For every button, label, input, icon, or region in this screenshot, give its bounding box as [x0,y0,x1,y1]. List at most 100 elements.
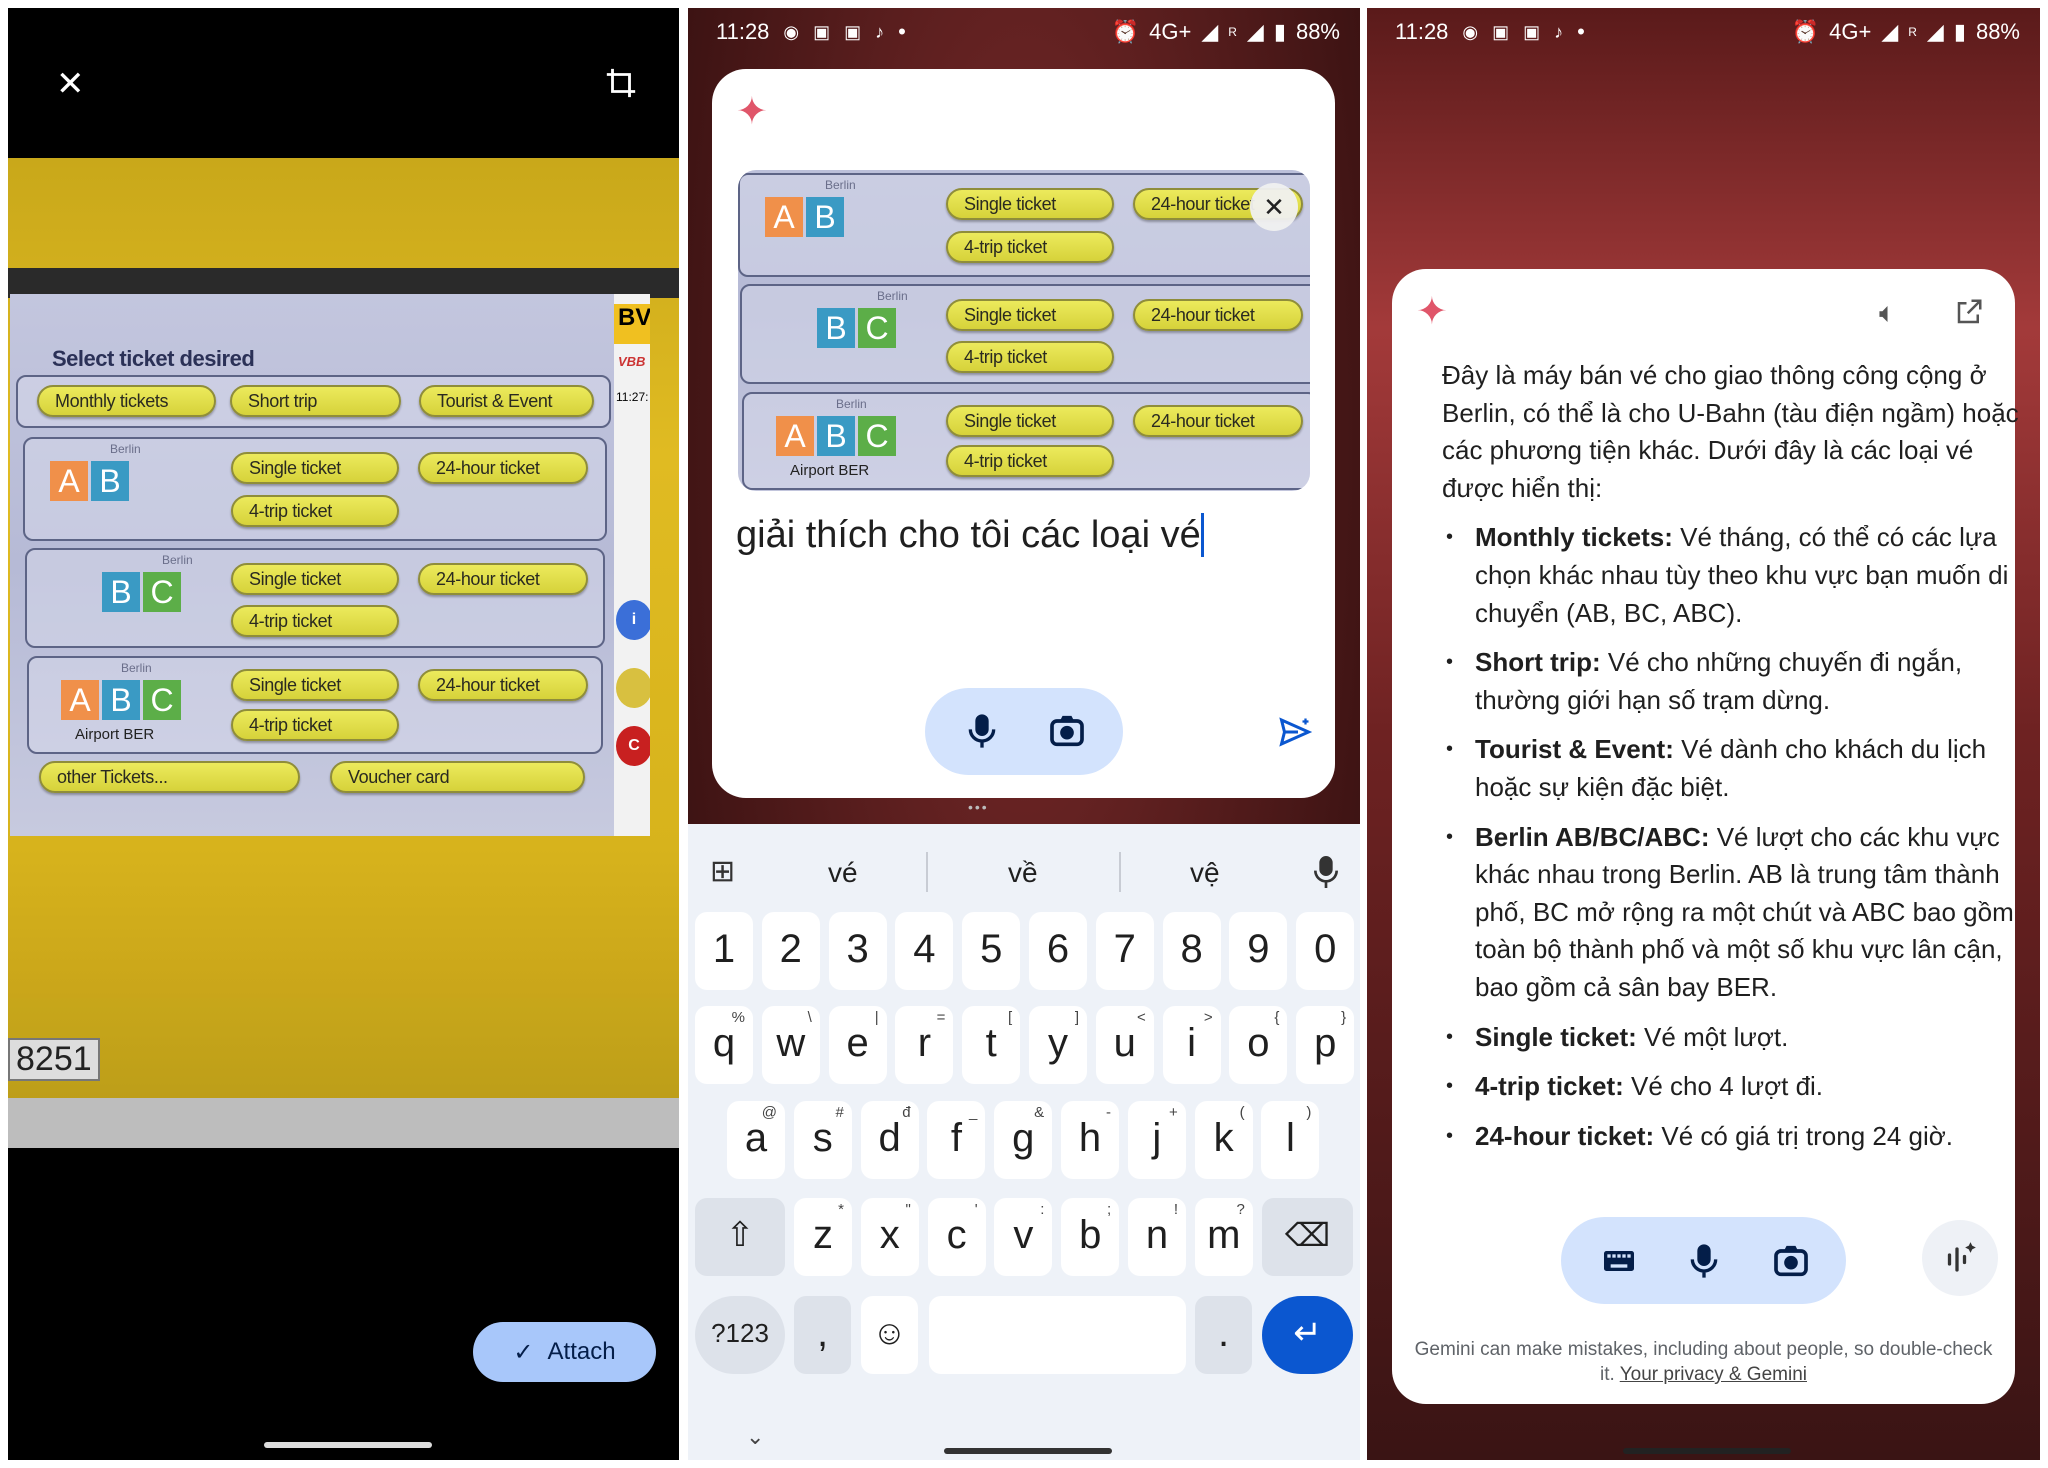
suggestion[interactable]: vé [828,857,858,889]
close-button[interactable]: ✕ [56,64,85,104]
comma-key[interactable]: , [794,1296,851,1374]
key-v[interactable]: v: [994,1198,1053,1276]
music-note-icon: ♪ [875,21,885,42]
cancel-icon: C [616,726,650,766]
key-m[interactable]: m? [1194,1198,1253,1276]
read-aloud-button[interactable]: 🔈︎ [1879,297,1896,330]
key-hint: < [1137,1009,1146,1026]
period-key[interactable]: . [1195,1296,1252,1374]
mic-button[interactable] [1684,1241,1724,1281]
key-4[interactable]: 4 [895,912,954,990]
network-type: 4G+ [1829,19,1872,44]
key-j[interactable]: j + [1127,1101,1186,1179]
suggestion[interactable]: vệ [1190,857,1220,889]
key-u[interactable]: u < [1095,1006,1154,1084]
item-term: Berlin AB/BC/ABC: [1475,821,1710,852]
key-h[interactable]: h- [1061,1101,1119,1179]
key-label: 8 [1180,927,1203,971]
key-0[interactable]: 0 [1296,912,1355,990]
symbols-key[interactable]: ?123 [695,1296,785,1374]
backspace-key[interactable]: ⌫ [1262,1198,1353,1276]
collapse-keyboard-button[interactable]: ⌄ [746,1424,764,1450]
machine-brand: BV [614,304,650,344]
key-g[interactable]: g & [994,1101,1053,1179]
list-item: 24-hour ticket: Vé có giá trị trong 24 g… [1442,1118,2027,1156]
key-b[interactable]: b; [1061,1198,1120,1276]
key-label: 1 [712,927,736,971]
text-cursor [1200,513,1204,557]
enter-key[interactable]: ↵ [1262,1296,1353,1374]
key-label: o [1247,1021,1270,1065]
open-external-icon [1957,299,1982,324]
key-label: . [1217,1311,1230,1355]
key-t[interactable]: t[ [962,1006,1021,1084]
crop-button[interactable] [604,66,638,100]
camera-button[interactable] [1047,711,1087,751]
camera-button[interactable] [1771,1241,1811,1281]
camera-icon [1050,715,1084,747]
key-3[interactable]: 3 [828,912,887,990]
berlin-label: Berlin [162,553,193,567]
key-r[interactable]: r = [895,1006,954,1084]
key-w[interactable]: w \ [761,1006,820,1084]
send-button[interactable] [1277,714,1313,750]
open-external-button[interactable] [1954,297,1984,327]
key-c[interactable]: c ' [927,1198,986,1276]
emoji-key[interactable]: ☺ [861,1296,918,1374]
key-i[interactable]: i > [1162,1006,1221,1084]
key-q[interactable]: q% [695,1006,753,1084]
mic-button[interactable] [962,711,1002,751]
suggestion[interactable]: về [1008,857,1038,889]
key-f[interactable]: f _ [927,1101,986,1179]
key-label: s [812,1116,833,1160]
voice-input-button[interactable] [1310,852,1342,892]
key-n[interactable]: n! [1128,1198,1186,1276]
signal-icon: ◢ [1926,19,1944,44]
key-1[interactable]: 1 [695,912,753,990]
roaming-indicator: R [1228,25,1237,39]
machine-ticket-button: 4-trip ticket [231,495,399,527]
key-9[interactable]: 9 [1229,912,1288,990]
key-8[interactable]: 8 [1162,912,1221,990]
key-hint: & [1034,1104,1045,1121]
list-item: Monthly tickets: Vé tháng, có thể có các… [1442,519,2027,632]
key-label: x [879,1213,900,1257]
key-2[interactable]: 2 [761,912,820,990]
zone-letter: B [102,680,140,720]
list-item: Berlin AB/BC/ABC: Vé lượt cho các khu vự… [1442,819,2027,1007]
key-s[interactable]: s # [793,1101,852,1179]
attach-label: Attach [547,1338,616,1365]
key-5[interactable]: 5 [962,912,1021,990]
key-y[interactable]: y] [1029,1006,1087,1084]
item-desc: Vé một lượt. [1636,1021,1789,1052]
space-key[interactable] [929,1296,1186,1374]
attach-button[interactable]: ✓ Attach [473,1322,656,1382]
battery-icon: ▮ [1953,19,1966,44]
key-a[interactable]: a @ [727,1101,785,1179]
keyboard-button[interactable] [1599,1241,1639,1281]
privacy-link[interactable]: Your privacy & Gemini [1620,1364,1807,1385]
key-x[interactable]: x " [860,1198,919,1276]
prompt-input[interactable]: giải thích cho tôi các loại vé [736,513,1204,557]
key-e[interactable]: e | [828,1006,887,1084]
key-d[interactable]: dđ [860,1101,919,1179]
machine-ticket-button: 4-trip ticket [231,709,399,741]
shift-key[interactable]: ⇧ [695,1198,785,1276]
key-z[interactable]: z * [794,1198,852,1276]
key-label: u [1113,1021,1136,1065]
machine-ticket-button: 4-trip ticket [946,445,1114,477]
key-o[interactable]: o{ [1229,1006,1288,1084]
key-k[interactable]: k( [1194,1101,1253,1179]
key-6[interactable]: 6 [1029,912,1087,990]
key-7[interactable]: 7 [1095,912,1154,990]
live-voice-button[interactable] [1922,1220,1998,1296]
berlin-label: Berlin [836,397,867,411]
outlook-icon: ▣ [1492,21,1510,42]
remove-image-button[interactable]: ✕ [1250,183,1298,231]
key-p[interactable]: p} [1296,1006,1355,1084]
airport-label: Airport BER [75,726,155,743]
keyboard-menu-button[interactable]: ⊞ [710,854,735,889]
key-l[interactable]: l) [1261,1101,1320,1179]
key-label: 3 [846,927,869,971]
check-icon: ✓ [513,1338,534,1366]
